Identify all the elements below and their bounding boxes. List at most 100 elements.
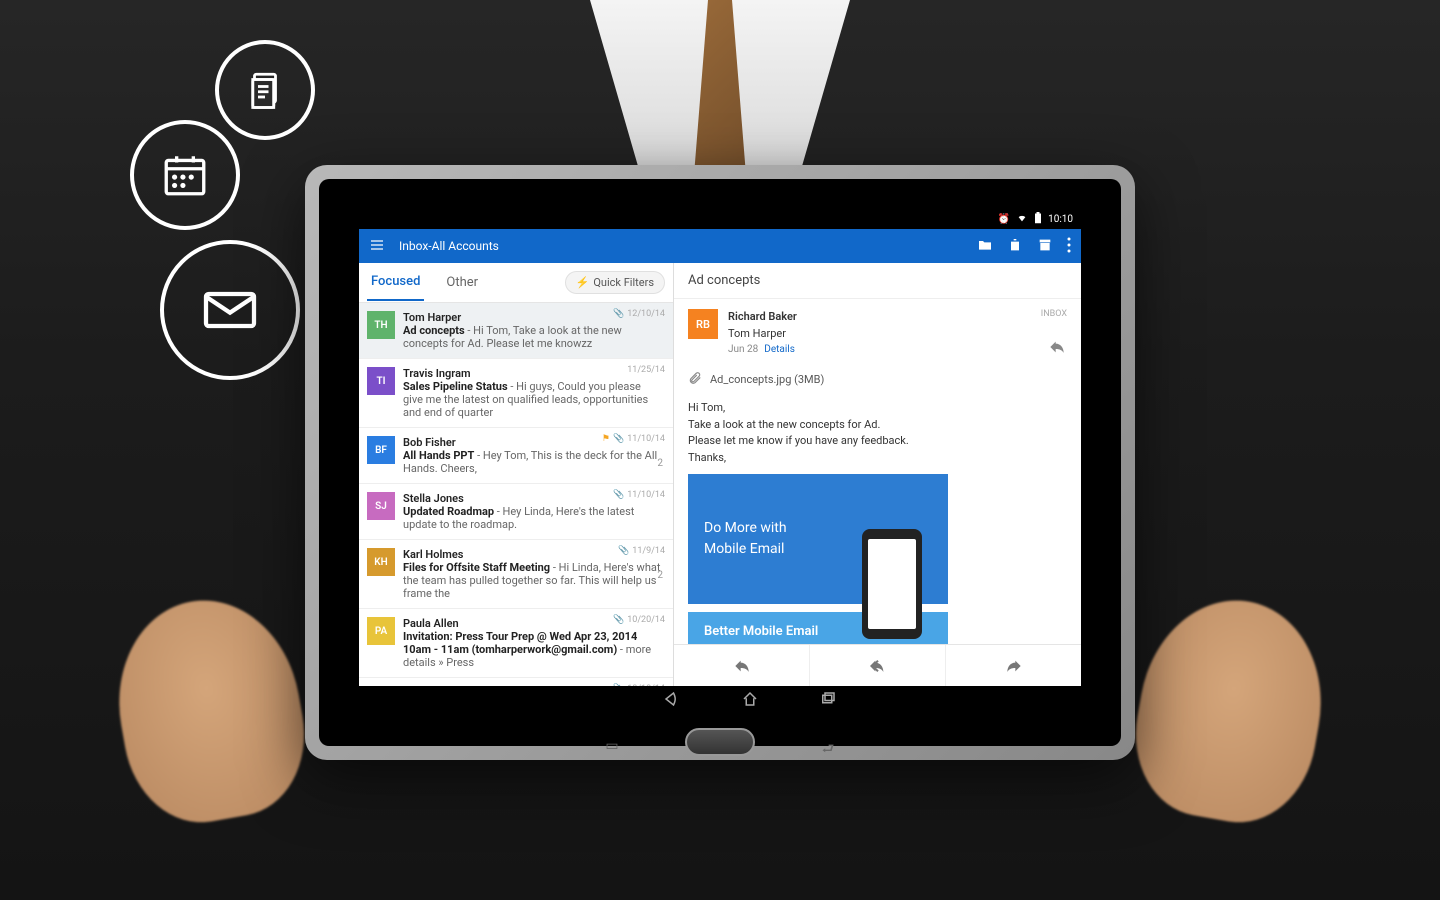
mail-item[interactable]: KHKarl HolmesFiles for Offsite Staff Mee… (359, 540, 673, 609)
mail-item[interactable]: THTom HarperAd concepts - Hi Tom, Take a… (359, 303, 673, 359)
mail-subject: Updated Roadmap - Hey Linda, Here's the … (403, 505, 663, 531)
reading-pane: Ad concepts INBOX RB Richard Baker Tom H… (674, 263, 1081, 686)
mail-avatar: KH (367, 548, 395, 576)
mail-meta: 📎10/20/14 (613, 615, 665, 625)
mail-meta: 11/25/14 (627, 365, 665, 375)
reading-header: Ad concepts (674, 263, 1081, 299)
reading-actions (674, 644, 1081, 686)
scene: ⏰ 10:10 Inbox-All Accounts (0, 0, 1440, 900)
mail-from: Travis Ingram (403, 367, 663, 380)
reply-icon[interactable] (1047, 339, 1067, 359)
mail-date: 11/9/14 (632, 546, 665, 556)
mail-item[interactable]: THTom HarperFwd: Key Customer Tour - FYI… (359, 678, 673, 686)
flag-icon: ⚑ (602, 434, 610, 444)
android-nav-bar (359, 686, 1081, 716)
mail-avatar: TH (367, 311, 395, 339)
mail-item[interactable]: TI Travis IngramSales Pipeline Status - H… (359, 359, 673, 428)
body-line: Take a look at the new concepts for Ad. (688, 417, 1067, 434)
wifi-icon (1016, 213, 1028, 226)
reading-folder-label: INBOX (1041, 309, 1067, 319)
archive-icon[interactable] (1037, 237, 1053, 256)
body-line: Please let me know if you have any feedb… (688, 433, 1067, 450)
sender-avatar: RB (688, 309, 718, 339)
document-icon (215, 40, 315, 140)
paperclip-icon: 📎 (613, 434, 624, 444)
reply-button[interactable] (674, 645, 810, 686)
tab-other[interactable]: Other (442, 265, 482, 300)
mail-list[interactable]: THTom HarperAd concepts - Hi Tom, Take a… (359, 303, 673, 686)
paperclip-icon (688, 371, 702, 388)
delete-icon[interactable] (1007, 237, 1023, 256)
mail-subject: Invitation: Press Tour Prep @ Wed Apr 23… (403, 630, 663, 669)
mail-avatar: BF (367, 436, 395, 464)
overflow-icon[interactable] (1067, 237, 1071, 256)
mail-avatar: SJ (367, 492, 395, 520)
bolt-icon: ⚡ (576, 276, 590, 289)
body-line: Hi Tom, (688, 400, 1067, 417)
reading-to: Tom Harper (728, 326, 797, 343)
reply-all-button[interactable] (810, 645, 946, 686)
mail-avatar: TI (367, 367, 395, 395)
quick-filters-button[interactable]: ⚡ Quick Filters (565, 271, 665, 294)
paperclip-icon: 📎 (613, 684, 624, 686)
mail-subject: Files for Offsite Staff Meeting - Hi Lin… (403, 561, 663, 600)
inbox-tabs: Focused Other ⚡ Quick Filters (359, 263, 673, 303)
mail-date: 12/10/14 (627, 309, 665, 319)
tablet-bezel: ⏰ 10:10 Inbox-All Accounts (319, 179, 1121, 746)
mail-item[interactable]: SJStella JonesUpdated Roadmap - Hey Lind… (359, 484, 673, 540)
tablet-recent-button[interactable]: ▭ (600, 738, 624, 748)
attachment-row[interactable]: Ad_concepts.jpg (3MB) (674, 367, 1081, 392)
mail-meta: 📎11/9/14 (618, 546, 665, 556)
mail-subject: Sales Pipeline Status - Hi guys, Could y… (403, 380, 663, 419)
paperclip-icon: 📎 (613, 615, 624, 625)
nav-home-icon[interactable] (741, 690, 759, 712)
mail-count: 2 (657, 570, 663, 581)
tablet-screen: ⏰ 10:10 Inbox-All Accounts (359, 209, 1081, 716)
nav-recent-icon[interactable] (819, 690, 837, 712)
paperclip-icon: 📎 (613, 309, 624, 319)
mail-subject: All Hands PPT - Hey Tom, This is the dec… (403, 449, 663, 475)
mail-meta: 📎12/10/14 (613, 309, 665, 319)
promo-card: Do More with Mobile Email (688, 474, 948, 604)
mail-list-pane: Focused Other ⚡ Quick Filters THTom Harp… (359, 263, 674, 686)
android-status-bar: ⏰ 10:10 (359, 209, 1081, 229)
mail-date: 10/10/14 (627, 684, 665, 686)
content-area: Focused Other ⚡ Quick Filters THTom Harp… (359, 263, 1081, 686)
alarm-icon: ⏰ (998, 214, 1010, 225)
body-line: Thanks, (688, 450, 1067, 467)
reading-subject: Ad concepts (688, 273, 1067, 288)
app-bar: Inbox-All Accounts (359, 229, 1081, 263)
reading-from: Richard Baker (728, 309, 797, 326)
calendar-icon (130, 120, 240, 230)
folder-icon[interactable] (977, 237, 993, 256)
hamburger-icon[interactable] (369, 237, 385, 256)
forward-button[interactable] (946, 645, 1081, 686)
details-link[interactable]: Details (764, 344, 795, 355)
paperclip-icon: 📎 (618, 546, 629, 556)
mail-date: 11/10/14 (627, 490, 665, 500)
tablet-back-button[interactable]: ⮐ (816, 738, 840, 748)
mail-date: 11/10/14 (627, 434, 665, 444)
tablet-home-button[interactable] (685, 728, 755, 756)
reading-sender-info: INBOX RB Richard Baker Tom Harper Jun 28… (674, 299, 1081, 367)
tablet-device: ⏰ 10:10 Inbox-All Accounts (305, 165, 1135, 760)
mail-meta: 📎10/10/14 (613, 684, 665, 686)
mail-avatar: PA (367, 617, 395, 645)
mail-icon (160, 240, 300, 380)
reading-date: Jun 28 (728, 344, 758, 355)
mail-meta: ⚑📎11/10/14 (602, 434, 665, 444)
mail-item[interactable]: BFBob FisherAll Hands PPT - Hey Tom, Thi… (359, 428, 673, 484)
promo-text: Do More with Mobile Email (704, 518, 814, 560)
mail-subject: Ad concepts - Hi Tom, Take a look at the… (403, 324, 663, 350)
reading-body: Hi Tom, Take a look at the new concepts … (674, 392, 1081, 644)
nav-back-icon[interactable] (663, 690, 681, 712)
quick-filters-label: Quick Filters (593, 276, 654, 289)
battery-icon (1034, 212, 1042, 227)
status-time: 10:10 (1048, 214, 1073, 225)
mail-count: 2 (657, 458, 663, 469)
mail-meta: 📎11/10/14 (613, 490, 665, 500)
mail-date: 11/25/14 (627, 365, 665, 375)
appbar-title: Inbox-All Accounts (399, 239, 499, 253)
tab-focused[interactable]: Focused (367, 264, 424, 301)
mail-item[interactable]: PAPaula AllenInvitation: Press Tour Prep… (359, 609, 673, 678)
